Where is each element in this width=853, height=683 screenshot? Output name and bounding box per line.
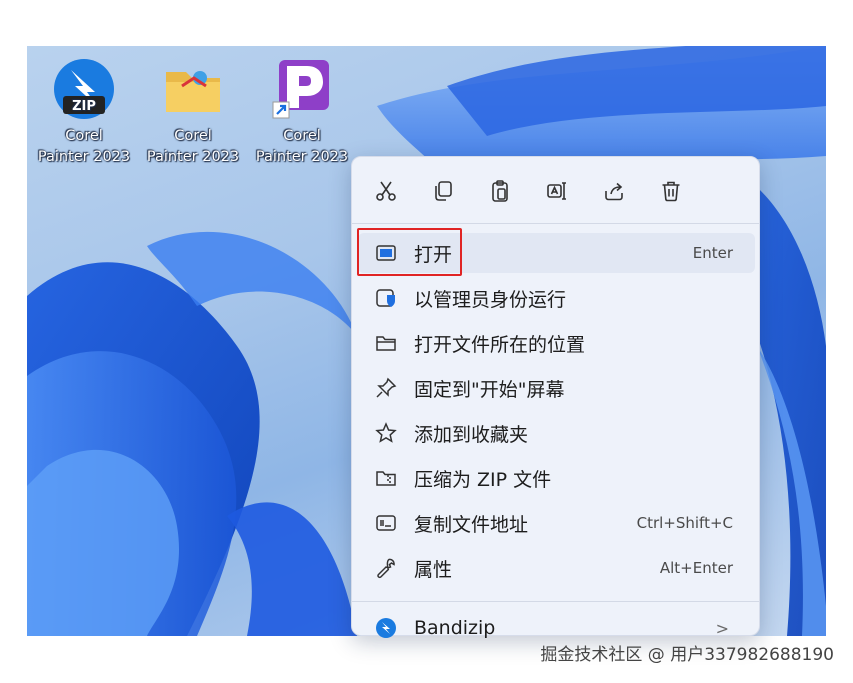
menu-separator [352,223,759,224]
menu-item-label: 压缩为 ZIP 文件 [414,468,552,491]
menu-item-shortcut: Alt+Enter [659,559,733,577]
copy-path-icon [372,509,400,537]
folder-outline-icon [372,329,400,357]
menu-item-label: 打开文件所在的位置 [414,333,586,356]
menu-item-label: 添加到收藏夹 [414,423,529,446]
copy-icon [435,181,452,201]
menu-item-shortcut: Enter [692,244,733,262]
zip-folder-icon [372,464,400,492]
menu-item-compress-zip[interactable]: 压缩为 ZIP 文件 [358,458,755,498]
cut-button[interactable] [366,171,406,211]
menu-item-properties[interactable]: 属性 Alt+Enter [358,548,755,588]
cut-icon [376,181,396,201]
desktop-icon-zip[interactable]: ZIP Corel Painter 2023 [31,56,137,168]
desktop-icon-label-line2: Painter 2023 [37,149,131,165]
menu-item-label: 以管理员身份运行 [414,288,567,311]
desktop-icon-label-line2: Painter 2023 [255,149,349,165]
star-icon [372,419,400,447]
share-button[interactable] [594,171,634,211]
desktop-icon-label-line1: Corel [174,128,212,144]
desktop-icon-folder[interactable]: Corel Painter 2023 [140,56,246,168]
wrench-icon [372,554,400,582]
menu-item-shortcut: Ctrl+Shift+C [636,514,733,532]
rename-button[interactable] [537,171,577,211]
bandizip-icon [372,614,400,642]
desktop-icon-label-line1: Corel [283,128,321,144]
paste-button[interactable] [480,171,520,211]
admin-shield-icon [372,284,400,312]
menu-item-pin-to-start[interactable]: 固定到"开始"屏幕 [358,368,755,408]
rename-icon [547,182,566,200]
desktop-icon-painter[interactable]: Corel Painter 2023 [249,56,355,168]
menu-item-label: 固定到"开始"屏幕 [414,378,565,401]
zip-archive-icon: ZIP [51,56,117,122]
menu-separator [352,601,759,602]
pin-icon [372,374,400,402]
context-menu-toolbar [352,171,759,211]
credit-watermark: 掘金技术社区 @ 用户337982688190 [540,645,834,665]
menu-item-run-as-admin[interactable]: 以管理员身份运行 [358,278,755,318]
menu-item-label: Bandizip [414,617,496,639]
chevron-right-icon: > [715,618,729,638]
menu-item-add-to-favorites[interactable]: 添加到收藏夹 [358,413,755,453]
painter-shortcut-icon [269,56,335,122]
folder-icon [160,56,226,122]
desktop-icon-label-line2: Painter 2023 [146,149,240,165]
menu-item-label: 属性 [414,558,453,581]
highlight-box [357,228,462,276]
menu-item-open-file-location[interactable]: 打开文件所在的位置 [358,323,755,363]
delete-icon [662,181,680,202]
share-icon [605,182,623,201]
copy-button[interactable] [423,171,463,211]
svg-text:ZIP: ZIP [72,99,96,114]
delete-button[interactable] [651,171,691,211]
menu-item-copy-path[interactable]: 复制文件地址 Ctrl+Shift+C [358,503,755,543]
desktop-icon-label-line1: Corel [65,128,103,144]
menu-item-label: 复制文件地址 [414,513,529,536]
paste-icon [492,180,508,202]
